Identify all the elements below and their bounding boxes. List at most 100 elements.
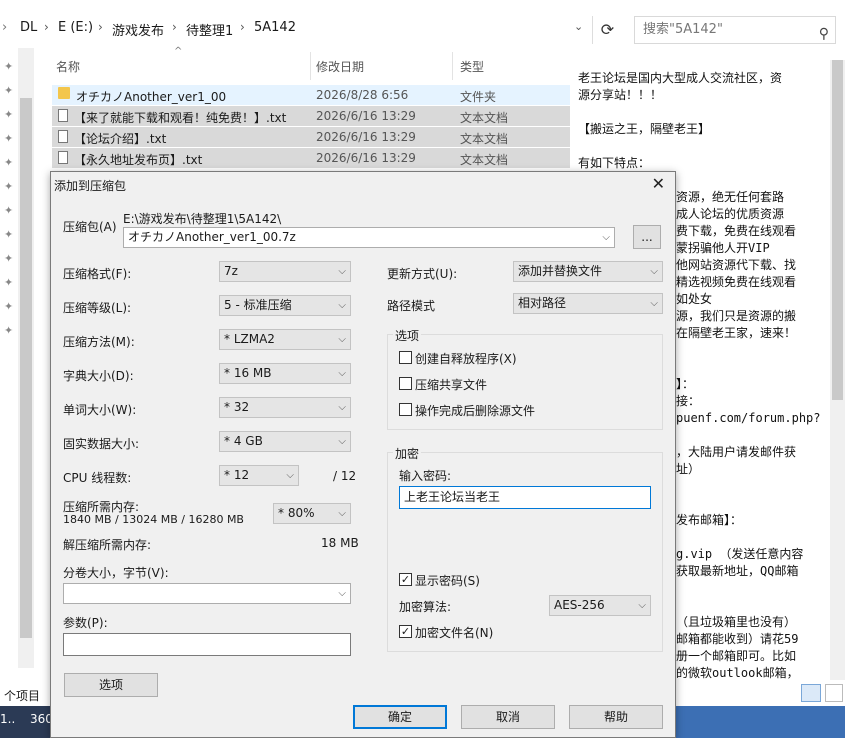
- volume-combo[interactable]: ⌵: [63, 583, 351, 604]
- nav-scrollbar[interactable]: [18, 48, 34, 668]
- column-divider[interactable]: [310, 52, 311, 80]
- cancel-button[interactable]: 取消: [461, 705, 555, 729]
- file-name: 【论坛介绍】.txt: [74, 132, 167, 146]
- close-icon[interactable]: ✕: [652, 174, 665, 193]
- preview-line: 成人论坛的优质资源: [676, 207, 785, 221]
- column-header-date[interactable]: 修改日期: [316, 58, 364, 75]
- password-input[interactable]: 上老王论坛当老王: [399, 486, 651, 509]
- enc-method-select[interactable]: AES-256 ⌵: [549, 595, 651, 616]
- method-label: 压缩方法(M):: [63, 335, 135, 349]
- solid-select[interactable]: * 4 GB ⌵: [219, 431, 351, 452]
- shared-checkbox[interactable]: [399, 377, 412, 390]
- preview-line: 的微软outlook邮箱，: [676, 666, 799, 680]
- cpu-select[interactable]: * 12 ⌵: [219, 465, 299, 486]
- preview-scrollbar[interactable]: [830, 60, 845, 680]
- sfx-checkbox[interactable]: [399, 351, 412, 364]
- pin-icon: ✦: [4, 84, 14, 97]
- ok-button[interactable]: 确定: [353, 705, 447, 729]
- breadcrumb-1[interactable]: E (E:): [58, 20, 93, 35]
- preview-line: 有如下特点：: [578, 156, 651, 170]
- file-type: 文件夹: [460, 90, 497, 104]
- preview-line: 址）: [676, 462, 701, 476]
- chevron-icon: ›: [2, 20, 8, 35]
- volume-label: 分卷大小，字节(V):: [63, 566, 169, 580]
- preview-line: ，大陆用户请发邮件获: [676, 445, 797, 459]
- params-input[interactable]: [63, 633, 351, 656]
- preview-line: 在隔壁老王家，速来！: [676, 326, 797, 340]
- dict-select[interactable]: * 16 MB ⌵: [219, 363, 351, 384]
- word-select[interactable]: * 32 ⌵: [219, 397, 351, 418]
- show-password-checkbox[interactable]: ✓: [399, 573, 412, 586]
- pin-icon: ✦: [4, 204, 14, 217]
- scrollbar-thumb[interactable]: [20, 98, 32, 638]
- options-button[interactable]: 选项: [64, 673, 158, 697]
- chevron-down-icon: ⌵: [650, 298, 658, 309]
- breadcrumb-3[interactable]: 待整理1: [186, 20, 233, 39]
- enc-method-label: 加密算法:: [399, 600, 452, 614]
- file-row[interactable]: 【永久地址发布页】.txt 2026/6/16 13:29 文本文档: [52, 148, 570, 168]
- preview-line: 【搬运之王，隔壁老王】: [578, 122, 711, 136]
- text-file-icon: [58, 130, 68, 143]
- preview-line: g.vip （发送任意内容: [676, 547, 804, 561]
- preview-line: 精选视频免费在线观看: [676, 275, 797, 289]
- column-divider[interactable]: [452, 52, 453, 80]
- chevron-icon: ›: [172, 20, 177, 34]
- path-select[interactable]: 相对路径 ⌵: [513, 293, 663, 314]
- file-date: 2026/6/16 13:29: [316, 151, 416, 165]
- thumbnail-view-icon[interactable]: [825, 684, 843, 702]
- folder-icon: [58, 87, 70, 99]
- encrypt-names-checkbox[interactable]: ✓: [399, 625, 412, 638]
- refresh-button[interactable]: ⟳: [592, 16, 622, 44]
- mem-percent-select[interactable]: * 80% ⌵: [273, 503, 351, 524]
- level-label: 压缩等级(L):: [63, 301, 132, 315]
- level-select[interactable]: 5 - 标准压缩 ⌵: [219, 295, 351, 316]
- update-label: 更新方式(U):: [387, 267, 458, 281]
- help-button[interactable]: 帮助: [569, 705, 663, 729]
- word-label: 单词大小(W):: [63, 403, 137, 417]
- preview-line: 源，我们只是资源的搬: [676, 309, 797, 323]
- file-type: 文本文档: [460, 111, 509, 125]
- preview-line: 蒙拐骗他人开VIP: [676, 241, 770, 255]
- details-view-icon[interactable]: [801, 684, 821, 702]
- chevron-down-icon: ⌵: [338, 436, 346, 447]
- pin-icon: ✦: [4, 180, 14, 193]
- archive-name-combo[interactable]: オチカノAnother_ver1_00.7z ⌵: [123, 227, 615, 248]
- path-value: 相对路径: [518, 296, 567, 310]
- pin-icon: ✦: [4, 252, 14, 265]
- delete-checkbox[interactable]: [399, 403, 412, 416]
- taskbar-ellipsis: 1..: [0, 712, 16, 726]
- options-group-title: 选项: [393, 327, 422, 344]
- file-row[interactable]: 【来了就能下载和观看！纯免费！】.txt 2026/6/16 13:29 文本文…: [52, 106, 570, 126]
- file-row[interactable]: 【论坛介绍】.txt 2026/6/16 13:29 文本文档: [52, 127, 570, 147]
- column-header-name[interactable]: 名称: [56, 58, 80, 75]
- update-select[interactable]: 添加并替换文件 ⌵: [513, 261, 663, 282]
- enc-method-value: AES-256: [554, 598, 605, 612]
- chevron-down-icon: ⌵: [602, 232, 610, 243]
- chevron-down-icon: ⌵: [638, 600, 646, 611]
- status-item-count: 个项目: [4, 689, 41, 703]
- file-row[interactable]: オチカノAnother_ver1_00 2026/8/28 6:56 文件夹: [52, 85, 570, 105]
- scrollbar-thumb[interactable]: [832, 60, 843, 400]
- breadcrumb-4[interactable]: 5A142: [254, 20, 296, 35]
- cpu-total: / 12: [333, 469, 357, 483]
- pin-icon: ✦: [4, 228, 14, 241]
- browse-button[interactable]: ...: [633, 225, 661, 249]
- search-icon: ⚲: [818, 26, 829, 42]
- pin-icon: ✦: [4, 108, 14, 121]
- shared-label: 压缩共享文件: [415, 378, 488, 392]
- level-value: 5 - 标准压缩: [224, 298, 292, 312]
- password-value: 上老王论坛当老王: [404, 490, 501, 504]
- breadcrumb-2[interactable]: 游戏发布: [112, 20, 164, 39]
- method-select[interactable]: * LZMA2 ⌵: [219, 329, 351, 350]
- dropdown-arrow-icon[interactable]: ⌄: [574, 20, 583, 33]
- pin-icon: ✦: [4, 300, 14, 313]
- decomp-value: 18 MB: [321, 536, 359, 550]
- column-header-type[interactable]: 类型: [460, 58, 484, 75]
- breadcrumb-0[interactable]: DL: [20, 20, 37, 35]
- show-password-label: 显示密码(S): [415, 574, 480, 588]
- format-select[interactable]: 7z ⌵: [219, 261, 351, 282]
- chevron-icon: ›: [98, 20, 103, 34]
- pin-icon: ✦: [4, 276, 14, 289]
- search-input[interactable]: 搜索"5A142" ⚲: [634, 16, 836, 44]
- chevron-down-icon: ⌵: [338, 402, 346, 413]
